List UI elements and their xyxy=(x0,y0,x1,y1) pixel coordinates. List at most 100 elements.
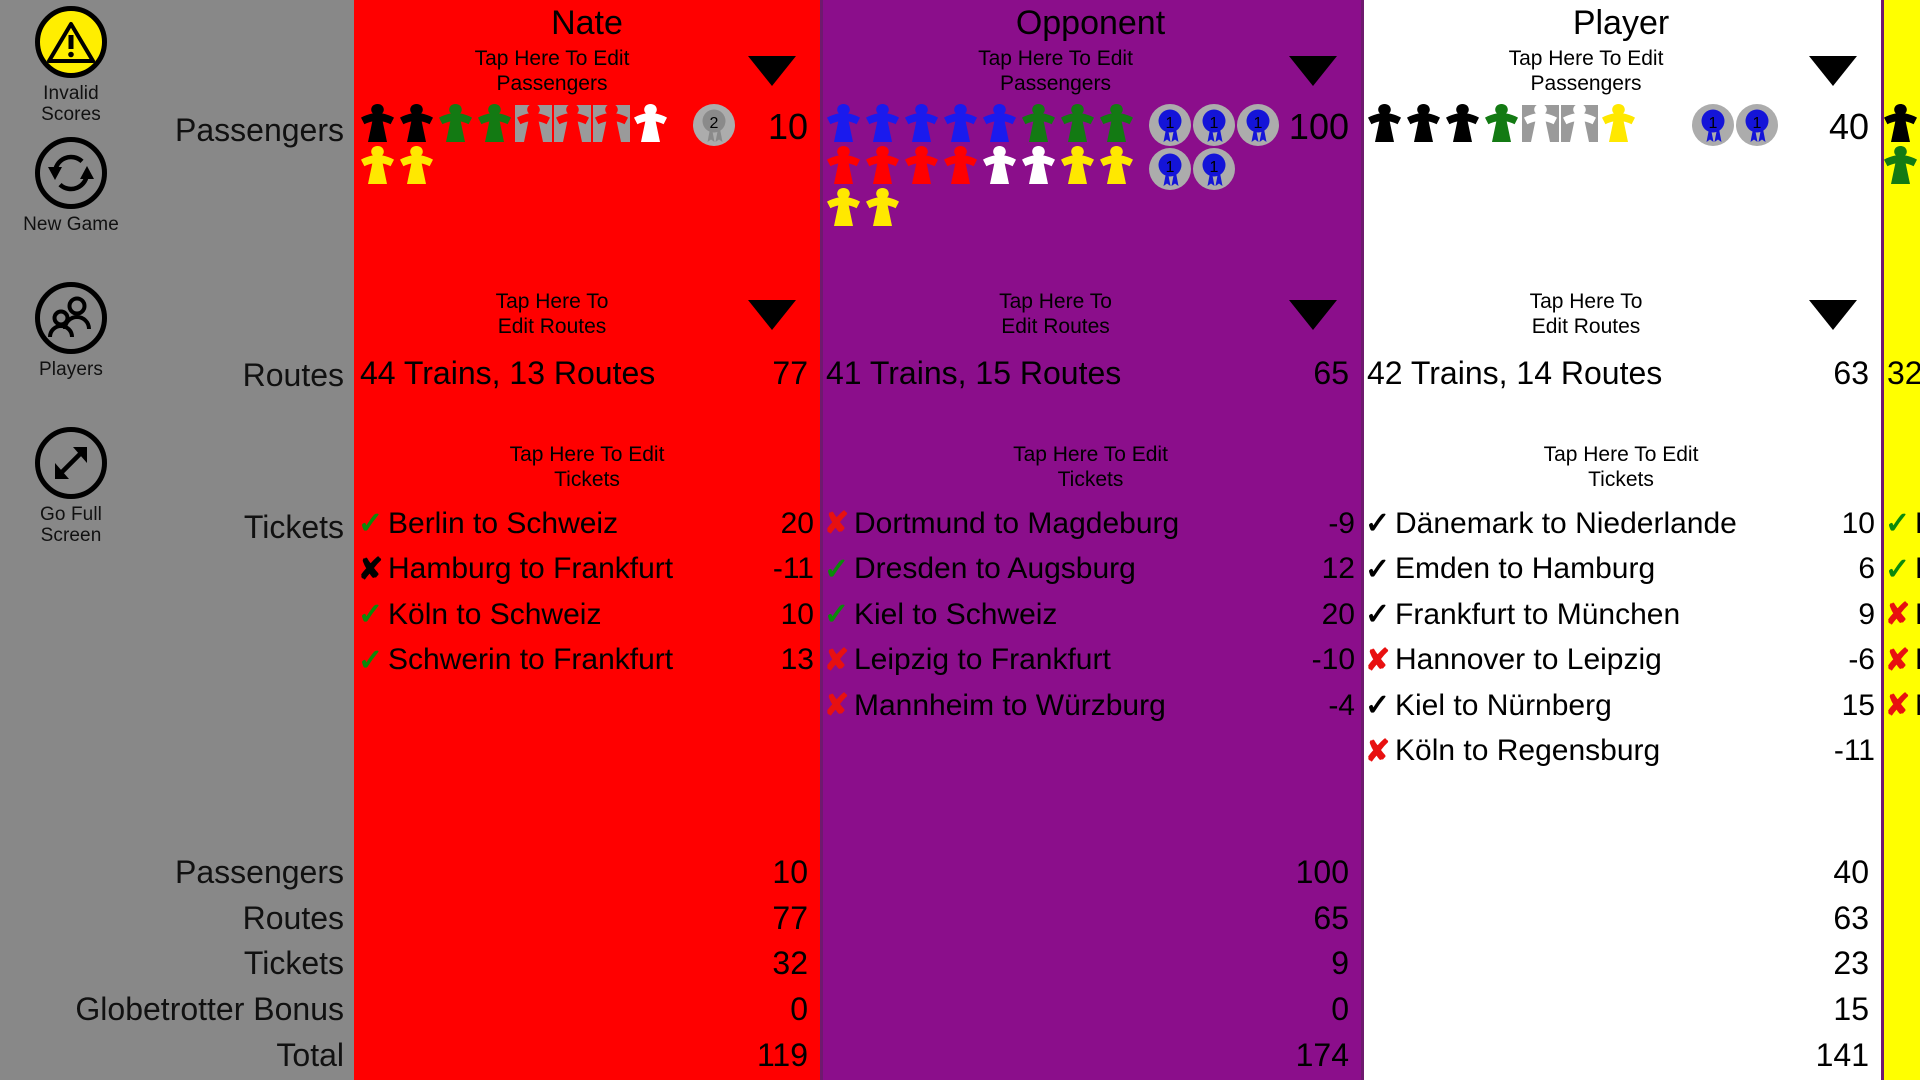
meeple-icon xyxy=(1365,102,1404,144)
edit-tickets-hint[interactable]: Tap Here To Edit Tickets xyxy=(1361,443,1881,493)
hint-line-2: Edit Routes xyxy=(1001,314,1110,338)
ticket-completed-check-icon: ✓ xyxy=(1885,507,1911,540)
player-name[interactable]: Player xyxy=(1361,4,1881,43)
ticket-failed-x-icon: ✘ xyxy=(824,507,850,540)
svg-text:1: 1 xyxy=(1166,115,1175,132)
passengers-score-value: 100 xyxy=(1288,106,1349,147)
sidebar-item-invalid-scores[interactable]: Invalid Scores xyxy=(0,6,142,126)
ticket-points: -6 xyxy=(1848,643,1875,676)
score-app-window: Invalid Scores New Game Players Go Full … xyxy=(0,0,1920,1080)
ticket-failed-x-icon: ✘ xyxy=(824,689,850,722)
ticket-row[interactable]: ✓B xyxy=(1885,505,1920,542)
ticket-points: 20 xyxy=(1321,597,1355,631)
hint-line-1: Tap Here To xyxy=(495,290,609,313)
edit-tickets-hint[interactable]: Tap Here To Edit Tickets xyxy=(820,443,1361,493)
edit-passengers-hint[interactable]: Tap Here To Edit Passengers xyxy=(1361,47,1881,97)
hint-line-2: Edit Routes xyxy=(1531,314,1641,338)
edit-tickets-hint[interactable]: Tap Here To Edit Tickets xyxy=(354,443,820,493)
routes-summary-text: 44 Trains, 13 Routes xyxy=(360,355,656,391)
routes-dropdown-caret-icon[interactable] xyxy=(748,300,796,330)
ticket-failed-x-icon: ✘ xyxy=(1885,689,1911,722)
summary-globetrotter-bonus-value: 15 xyxy=(1833,991,1869,1027)
award-ribbon-badge-icon: 1 xyxy=(1735,103,1779,147)
ticket-name: M xyxy=(1915,689,1920,723)
ticket-row[interactable]: ✘ Hannover to Leipzig -6 xyxy=(1365,642,1875,679)
summary-tickets-value: 23 xyxy=(1833,945,1869,981)
ticket-points: -10 xyxy=(1311,643,1355,676)
ticket-row[interactable]: ✓ Schwerin to Frankfurt 13 xyxy=(358,642,814,679)
summary-routes-value: 63 xyxy=(1833,900,1869,936)
hint-line-2: Passengers xyxy=(496,71,608,95)
ticket-failed-x-icon: ✘ xyxy=(1885,643,1911,677)
meeple-icon xyxy=(1881,102,1920,144)
meeple-icon xyxy=(1560,102,1599,144)
ticket-row[interactable]: ✓ Kiel to Nürnberg 15 xyxy=(1365,687,1875,724)
ticket-row[interactable]: ✓ Frankfurt to München 9 xyxy=(1365,596,1875,633)
passenger-badge-group[interactable]: 1 1 1 1 1 xyxy=(1148,103,1280,191)
summary-label-total: Total xyxy=(276,1037,344,1073)
passengers-dropdown-caret-icon[interactable] xyxy=(1289,56,1337,86)
ticket-points: 15 xyxy=(1841,688,1875,722)
ticket-row[interactable]: ✘ Mannheim to Würzburg -4 xyxy=(824,687,1355,724)
meeple-icon xyxy=(1521,102,1560,144)
ticket-name: Kiel to Schweiz xyxy=(854,597,1058,631)
ticket-name: Dänemark to Niederlande xyxy=(1395,506,1737,540)
passenger-meeple-group[interactable] xyxy=(358,102,678,186)
edit-routes-hint[interactable]: Tap Here To Edit Routes xyxy=(1361,290,1881,340)
ticket-row[interactable]: ✘M xyxy=(1885,687,1920,724)
ticket-row[interactable]: ✓ Dänemark to Niederlande 10 xyxy=(1365,505,1875,542)
meeple-icon xyxy=(397,102,436,144)
ticket-row[interactable]: ✘ Dortmund to Magdeburg -9 xyxy=(824,505,1355,542)
ticket-row[interactable]: ✘H xyxy=(1885,596,1920,633)
meeple-icon xyxy=(980,102,1019,144)
passengers-dropdown-caret-icon[interactable] xyxy=(1809,56,1857,86)
meeple-icon xyxy=(824,186,863,228)
routes-dropdown-caret-icon[interactable] xyxy=(1809,300,1857,330)
ticket-row[interactable]: ✓ Köln to Schweiz 10 xyxy=(358,596,814,633)
ticket-row[interactable]: ✘K xyxy=(1885,642,1920,679)
passenger-meeple-group[interactable] xyxy=(1881,102,1920,186)
sidebar-item-label: Invalid Scores xyxy=(41,83,101,125)
ticket-row[interactable]: ✓ Berlin to Schweiz 20 xyxy=(358,505,814,542)
hint-line-2: Tickets xyxy=(554,467,620,491)
passenger-meeple-group[interactable] xyxy=(824,102,1144,228)
passenger-badge-group[interactable]: 11 xyxy=(1691,103,1823,147)
summary-label-tickets: Tickets xyxy=(243,945,344,981)
routes-score-value: 65 xyxy=(1313,355,1349,391)
edit-routes-hint[interactable]: Tap Here To Edit Routes xyxy=(820,290,1361,340)
summary-passengers-value: 40 xyxy=(1833,854,1869,890)
ticket-name: Emden to Hamburg xyxy=(1395,552,1656,585)
passengers-dropdown-caret-icon[interactable] xyxy=(748,56,796,86)
ticket-row[interactable]: ✓E xyxy=(1885,551,1920,588)
ticket-failed-x-icon: ✘ xyxy=(824,643,850,677)
ticket-row[interactable]: ✘ Hamburg to Frankfurt -11 xyxy=(358,551,814,588)
player-name[interactable]: Opponent xyxy=(820,4,1361,43)
routes-score-value: 63 xyxy=(1833,355,1869,391)
hint-line-1: Tap Here To Edit xyxy=(509,443,665,466)
ticket-completed-check-icon: ✓ xyxy=(1885,552,1911,586)
player-column-fourth: 32✓B✓E✘H✘K✘M xyxy=(1881,0,1920,1080)
ticket-row[interactable]: ✘ Leipzig to Frankfurt -10 xyxy=(824,642,1355,679)
ticket-points: 10 xyxy=(780,597,814,631)
passenger-meeple-group[interactable] xyxy=(1365,102,1685,144)
routes-dropdown-caret-icon[interactable] xyxy=(1289,300,1337,330)
sidebar-item-players[interactable]: Players xyxy=(0,282,142,381)
hint-line-1: Tap Here To Edit xyxy=(1013,443,1168,466)
sidebar-item-go-full-screen[interactable]: Go Full Screen xyxy=(0,427,142,547)
routes-summary-text: 41 Trains, 15 Routes xyxy=(826,355,1122,391)
ticket-row[interactable]: ✓ Dresden to Augsburg 12 xyxy=(824,551,1355,588)
ticket-row[interactable]: ✘ Köln to Regensburg -11 xyxy=(1365,733,1875,770)
summary-label-globetrotter: Globetrotter Bonus xyxy=(75,991,344,1027)
edit-passengers-hint[interactable]: Tap Here To Edit Passengers xyxy=(820,47,1361,97)
summary-total-value: 119 xyxy=(756,1037,808,1073)
ticket-row[interactable]: ✓ Emden to Hamburg 6 xyxy=(1365,551,1875,588)
player-name[interactable]: Nate xyxy=(354,4,820,43)
routes-summary-text: 42 Trains, 14 Routes xyxy=(1367,355,1663,391)
ticket-points: 13 xyxy=(780,643,814,676)
sidebar-item-new-game[interactable]: New Game xyxy=(0,137,142,236)
ticket-points: -4 xyxy=(1328,688,1355,722)
ticket-row[interactable]: ✓ Kiel to Schweiz 20 xyxy=(824,596,1355,633)
summary-routes-value: 65 xyxy=(1313,900,1349,936)
svg-text:1: 1 xyxy=(1709,115,1718,132)
svg-text:1: 1 xyxy=(1166,159,1175,176)
